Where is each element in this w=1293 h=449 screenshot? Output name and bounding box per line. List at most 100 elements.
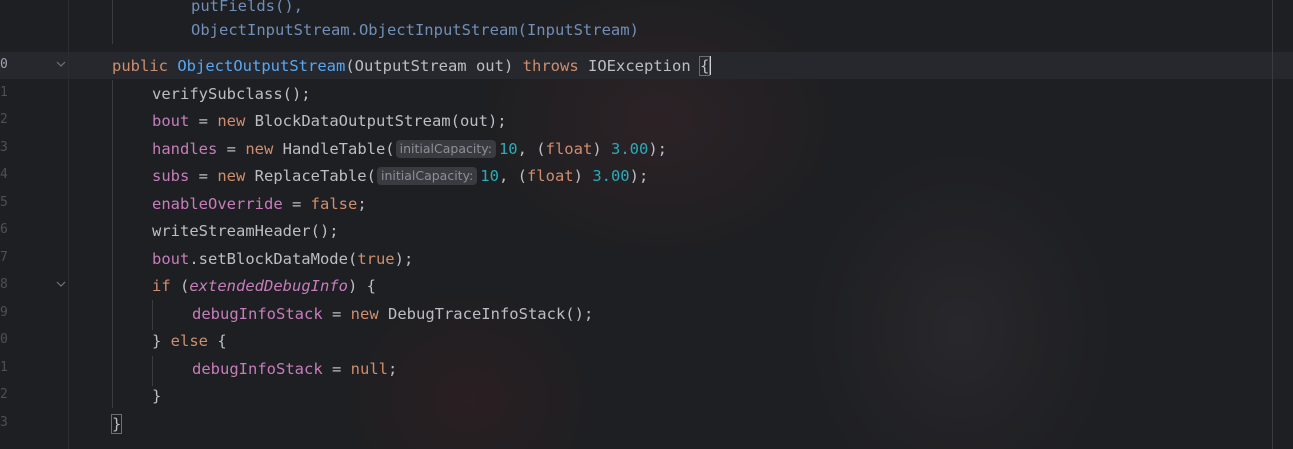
code-line[interactable]: 9 debugInfoStack = new DebugTraceInfoSta… bbox=[0, 300, 1293, 327]
fold-chevron-icon[interactable] bbox=[55, 278, 67, 290]
field-token: subs bbox=[152, 167, 190, 185]
line-number: 9 bbox=[0, 305, 8, 320]
field-token: debugInfoStack bbox=[192, 360, 323, 378]
method-name: ObjectOutputStream bbox=[177, 57, 346, 75]
code-line[interactable]: 0 public ObjectOutputStream(OutputStream… bbox=[0, 52, 1293, 79]
matched-brace: } bbox=[110, 414, 123, 434]
code-line[interactable]: 0 } else { bbox=[0, 327, 1293, 354]
number-literal: 10 bbox=[498, 140, 518, 158]
line-number: 1 bbox=[0, 85, 8, 100]
code-token: = bbox=[189, 112, 218, 130]
keyword: float bbox=[526, 167, 574, 185]
keyword: false bbox=[310, 195, 358, 213]
code-token: ; bbox=[357, 195, 367, 213]
code-token: ReplaceTable( bbox=[245, 167, 376, 185]
usage-hint-line: ObjectInputStream.ObjectInputStream(Inpu… bbox=[0, 16, 1293, 43]
keyword: else bbox=[170, 332, 208, 350]
code-line[interactable]: 2 bout = new BlockDataOutputStream(out); bbox=[0, 107, 1293, 134]
code-token: .setBlockDataMode( bbox=[189, 250, 358, 268]
code-text: } bbox=[152, 387, 162, 405]
fold-chevron-icon[interactable] bbox=[55, 58, 67, 70]
line-number: 8 bbox=[0, 277, 8, 292]
code-editor[interactable]: putFields(), ObjectInputStream.ObjectInp… bbox=[0, 0, 1293, 449]
keyword: if bbox=[152, 277, 171, 295]
code-text: bout.setBlockDataMode(true); bbox=[152, 249, 413, 269]
code-token: ( bbox=[170, 277, 190, 295]
code-token: = bbox=[217, 140, 246, 158]
code-text: public ObjectOutputStream(OutputStream o… bbox=[112, 56, 712, 76]
field-token: debugInfoStack bbox=[192, 305, 323, 323]
field-token: bout bbox=[152, 112, 190, 130]
code-token: } bbox=[152, 332, 171, 350]
parameter-inlay-hint[interactable]: initialCapacity: bbox=[395, 140, 496, 158]
code-text: writeStreamHeader(); bbox=[152, 222, 339, 240]
parameter-inlay-hint[interactable]: initialCapacity: bbox=[376, 167, 478, 185]
code-token: DebugTraceInfoStack(); bbox=[378, 305, 594, 323]
line-number: 2 bbox=[0, 387, 8, 402]
code-line[interactable]: 1 debugInfoStack = null; bbox=[0, 355, 1293, 382]
keyword: throws bbox=[522, 57, 579, 75]
field-token: handles bbox=[152, 140, 218, 158]
code-text: } else { bbox=[152, 331, 227, 351]
number-literal: 3.00 bbox=[592, 167, 630, 185]
field-token: bout bbox=[152, 250, 190, 268]
field-token: extendedDebugInfo bbox=[189, 277, 348, 295]
line-number: 2 bbox=[0, 112, 8, 127]
code-line[interactable]: 3 } bbox=[0, 410, 1293, 437]
keyword: float bbox=[545, 140, 593, 158]
code-token: = bbox=[322, 305, 351, 323]
code-text: bout = new BlockDataOutputStream(out); bbox=[152, 111, 507, 131]
code-token: IOException bbox=[588, 57, 691, 75]
code-token: ; bbox=[387, 360, 398, 378]
code-token: ); bbox=[394, 250, 414, 268]
code-text: debugInfoStack = new DebugTraceInfoStack… bbox=[192, 304, 593, 324]
code-token: , ( bbox=[517, 140, 546, 158]
keyword: public bbox=[112, 57, 168, 75]
code-text: if (extendedDebugInfo) { bbox=[152, 276, 376, 296]
keyword: null bbox=[350, 360, 388, 378]
code-token: HandleTable( bbox=[273, 140, 395, 158]
code-text: handles = new HandleTable(initialCapacit… bbox=[152, 139, 667, 159]
usage-hint-text[interactable]: putFields(), bbox=[191, 0, 303, 16]
code-text: verifySubclass(); bbox=[152, 85, 311, 103]
line-number: 7 bbox=[0, 250, 8, 265]
code-text: debugInfoStack = null; bbox=[192, 359, 397, 379]
line-number: 0 bbox=[0, 57, 8, 72]
line-number: 4 bbox=[0, 167, 8, 182]
line-number: 6 bbox=[0, 222, 8, 237]
code-line[interactable]: 1 verifySubclass(); bbox=[0, 80, 1293, 107]
keyword: new bbox=[217, 112, 246, 130]
number-literal: 3.00 bbox=[610, 140, 649, 158]
keyword: new bbox=[350, 305, 379, 323]
line-number: 3 bbox=[0, 415, 8, 430]
code-token: ) bbox=[592, 140, 611, 158]
code-line[interactable]: 5 enableOverride = false; bbox=[0, 190, 1293, 217]
keyword: true bbox=[357, 250, 395, 268]
code-line[interactable]: 2 } bbox=[0, 382, 1293, 409]
keyword: new bbox=[245, 140, 274, 158]
code-token: ); bbox=[648, 140, 667, 158]
code-token: ) bbox=[573, 167, 593, 185]
code-token: { bbox=[208, 332, 227, 350]
code-line[interactable]: 6 writeStreamHeader(); bbox=[0, 217, 1293, 244]
matched-brace: { bbox=[698, 56, 711, 76]
keyword: new bbox=[217, 167, 246, 185]
usage-hint-text[interactable]: ObjectInputStream.ObjectInputStream(Inpu… bbox=[191, 20, 639, 40]
code-line[interactable]: 8 if (extendedDebugInfo) { bbox=[0, 272, 1293, 299]
line-number: 5 bbox=[0, 195, 8, 210]
code-token: (OutputStream out) bbox=[345, 57, 514, 75]
code-text: } bbox=[110, 414, 123, 434]
number-literal: 10 bbox=[480, 167, 499, 185]
code-token: ) { bbox=[347, 277, 376, 295]
code-token: = bbox=[282, 195, 311, 213]
code-token: = bbox=[322, 360, 351, 378]
code-line[interactable]: 4 subs = new ReplaceTable(initialCapacit… bbox=[0, 162, 1293, 189]
code-text: enableOverride = false; bbox=[152, 194, 367, 214]
text-caret bbox=[709, 56, 712, 75]
code-text: subs = new ReplaceTable(initialCapacity:… bbox=[152, 166, 648, 186]
code-line[interactable]: 3 handles = new HandleTable(initialCapac… bbox=[0, 135, 1293, 162]
field-token: enableOverride bbox=[152, 195, 283, 213]
line-number: 1 bbox=[0, 360, 8, 375]
code-line[interactable]: 7 bout.setBlockDataMode(true); bbox=[0, 245, 1293, 272]
code-token: ); bbox=[629, 167, 649, 185]
